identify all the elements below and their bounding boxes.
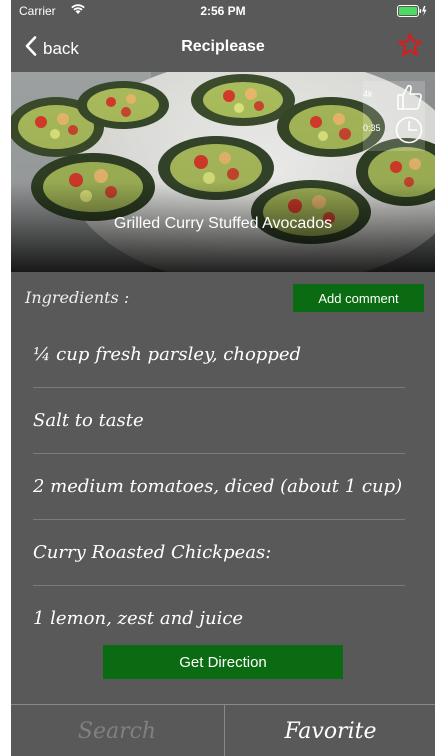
- get-direction-button[interactable]: Get Direction: [103, 645, 343, 679]
- ingredient-item: ¼ cup fresh parsley, chopped: [33, 322, 405, 388]
- likes-count: 4k: [363, 89, 373, 99]
- cook-time: 0:35: [363, 123, 381, 133]
- page-title: Reciplease: [181, 38, 265, 55]
- ingredient-item: Curry Roasted Chickpeas:: [33, 520, 405, 586]
- tab-favorite[interactable]: Favorite: [224, 705, 435, 756]
- navigation-bar: back Reciplease: [11, 22, 435, 72]
- app-screen: Carrier 2:56 PM back Reciplease Grilled …: [11, 0, 435, 756]
- ingredients-list[interactable]: ¼ cup fresh parsley, chopped Salt to tas…: [33, 322, 405, 651]
- recipe-name: Grilled Curry Stuffed Avocados: [113, 215, 333, 232]
- tab-bar: Search Favorite: [11, 704, 435, 756]
- phone-frame: Carrier 2:56 PM back Reciplease Grilled …: [0, 0, 435, 756]
- tab-search[interactable]: Search: [11, 705, 223, 756]
- status-bar: Carrier 2:56 PM: [11, 0, 435, 22]
- ingredients-heading: Ingredients :: [25, 288, 130, 307]
- battery-charging-icon: [397, 5, 427, 20]
- recipe-stats-panel: 4k 0:35: [363, 81, 425, 151]
- clock-icon: [394, 115, 424, 150]
- ingredient-item: 2 medium tomatoes, diced (about 1 cup): [33, 454, 405, 520]
- ingredient-item: 1 lemon, zest and juice: [33, 608, 244, 629]
- status-time: 2:56 PM: [200, 4, 246, 18]
- recipe-image: Grilled Curry Stuffed Avocados 4k 0:35: [11, 72, 435, 272]
- favorite-star-icon[interactable]: [397, 32, 423, 63]
- thumbs-up-icon: [394, 82, 424, 117]
- add-comment-button[interactable]: Add comment: [293, 284, 424, 312]
- recipe-detail-content: Ingredients : Add comment ¼ cup fresh pa…: [11, 272, 435, 704]
- ingredient-item: Salt to taste: [33, 388, 405, 454]
